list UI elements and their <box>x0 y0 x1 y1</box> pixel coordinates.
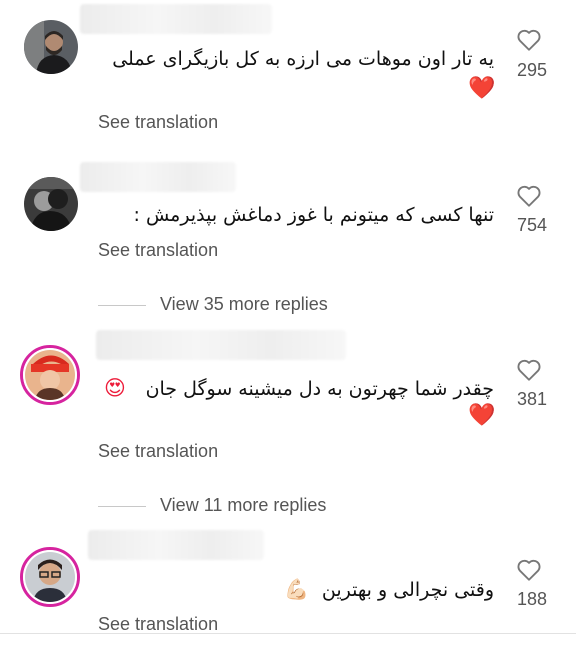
heart-outline-icon[interactable] <box>516 558 542 582</box>
heart-emoji: ❤️ <box>468 76 496 101</box>
avatar-photo <box>25 350 75 400</box>
see-translation-link[interactable]: See translation <box>98 441 218 462</box>
like-count: 381 <box>516 389 548 409</box>
heart-emoji: ❤️ <box>468 403 496 428</box>
username-blurred[interactable] <box>80 162 236 192</box>
like-count: 295 <box>516 60 548 80</box>
view-more-replies-label[interactable]: View 11 more replies <box>160 495 326 516</box>
username-blurred[interactable] <box>88 530 264 560</box>
avatar-inner <box>23 348 77 402</box>
view-more-replies[interactable]: View 11 more replies <box>98 495 398 517</box>
avatar[interactable] <box>20 547 80 607</box>
heart-outline-icon[interactable] <box>516 184 542 208</box>
avatar-photo <box>25 552 75 602</box>
flexed-biceps-emoji: 💪🏻 <box>284 577 309 601</box>
see-translation-link[interactable]: See translation <box>98 614 218 635</box>
heart-outline-icon[interactable] <box>516 28 542 52</box>
replies-divider-line <box>98 506 146 507</box>
bottom-divider <box>0 633 576 634</box>
see-translation-link[interactable]: See translation <box>98 240 218 261</box>
view-more-replies[interactable]: View 35 more replies <box>98 294 398 316</box>
replies-divider-line <box>98 305 146 306</box>
like-count: 754 <box>516 215 548 235</box>
heart-eyes-emoji: 😍 <box>104 376 126 400</box>
comment-text: وقتی نچرالی و بهترین <box>321 579 494 601</box>
avatar-inner <box>23 550 77 604</box>
username-blurred[interactable] <box>80 4 272 34</box>
avatar-photo <box>24 20 78 74</box>
avatar[interactable] <box>20 345 80 405</box>
comment-text: چقدر شما چهرتون به دل میشینه سوگل جان <box>145 378 494 400</box>
like-count: 188 <box>516 589 548 609</box>
heart-outline-icon[interactable] <box>516 358 542 382</box>
view-more-replies-label[interactable]: View 35 more replies <box>160 294 328 315</box>
avatar-photo <box>24 177 78 231</box>
see-translation-link[interactable]: See translation <box>98 112 218 133</box>
avatar[interactable] <box>24 20 78 74</box>
comment-text: تنها کسی که میتونم با غوز دماغش بپذیرمش … <box>133 204 495 226</box>
comment-text: یه تار اون موهات می ارزه به کل بازیگرای … <box>112 48 494 70</box>
avatar[interactable] <box>24 177 78 231</box>
username-blurred[interactable] <box>96 330 346 360</box>
